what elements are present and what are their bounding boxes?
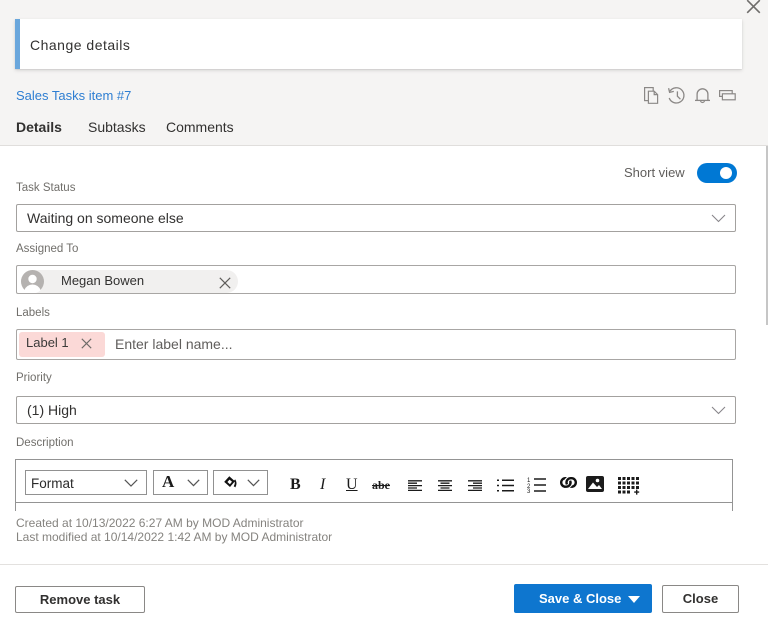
svg-text:3: 3 <box>527 489 531 493</box>
